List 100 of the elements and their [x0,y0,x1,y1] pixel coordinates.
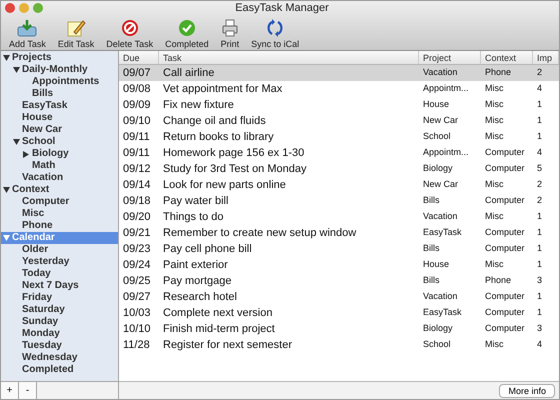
close-icon[interactable] [5,3,15,13]
task-row[interactable]: 11/28 Register for next semester School Misc 4 [119,337,559,353]
table-cell-text: Pay cell phone bill [162,242,253,257]
table-cell-text: Complete next version [162,306,274,321]
expanded-triangle-icon[interactable] [3,187,12,193]
task-row[interactable]: 10/03 Complete next version EasyTask Computer 1 [119,305,559,321]
sidebar-item[interactable]: Bills [1,88,118,100]
table-cell-text: Misc [484,130,504,144]
sidebar-item[interactable]: Math [1,160,118,172]
sidebar-item[interactable]: Older [1,244,118,256]
sidebar-item[interactable]: Appointments [1,76,118,88]
toolbar-button[interactable]: Add Task [5,19,50,49]
table-cell-text: Bills [422,242,441,256]
sidebar-item[interactable]: Sunday [1,316,118,328]
toolbar-button[interactable]: Sync to iCal [247,19,304,49]
sidebar-item[interactable]: Tuesday [1,340,118,352]
table-cell-text: 1 [536,226,544,240]
expanded-triangle-icon[interactable] [13,139,22,145]
table-cell-text: 09/07 [122,66,152,81]
sidebar-item[interactable]: Next 7 Days [1,280,118,292]
table-cell-text: Call airline [162,66,216,81]
table-cell-text: New Car [422,178,460,192]
task-row[interactable]: 09/21 Remember to create new setup window EasyTask Computer 1 [119,225,559,241]
sidebar-item[interactable]: Biology [1,148,118,160]
table-cell-text: Fix new fixture [162,98,235,113]
table-cell-text: 3 [536,322,544,336]
table-cell-text: Pay water bill [162,194,230,209]
sidebar-item[interactable]: Monday [1,328,118,340]
sidebar-item[interactable]: New Car [1,124,118,136]
table-cell-text: 09/27 [122,290,152,305]
task-row[interactable]: 09/18 Pay water bill Bills Computer 2 [119,193,559,209]
toolbar-button[interactable]: Edit Task [54,19,98,49]
table-cell-text: 09/09 [122,98,152,113]
task-row[interactable]: 09/27 Research hotel Vacation Computer 1 [119,289,559,305]
table-cell-text: 4 [536,82,544,96]
sidebar-item[interactable]: Today [1,268,118,280]
table-cell-text: House [422,98,450,112]
table-cell-text: 4 [536,338,544,352]
toolbar-button[interactable]: Print [216,19,244,49]
table-cell-text: Look for new parts online [162,178,287,193]
task-row[interactable]: 09/20 Things to do Vacation Misc 1 [119,209,559,225]
task-row[interactable]: 09/24 Paint exterior House Misc 1 [119,257,559,273]
column-header[interactable]: Due [119,51,159,64]
table-cell-text: 09/08 [122,82,152,97]
sidebar-item[interactable]: EasyTask [1,100,118,112]
more-info-button[interactable]: More info [499,384,555,398]
sidebar-item[interactable]: School [1,136,118,148]
table-cell-text: 2 [536,66,544,80]
sidebar-item[interactable]: Friday [1,292,118,304]
table-cell-text: Misc [484,210,504,224]
task-row[interactable]: 09/11 Return books to library School Misc 1 [119,129,559,145]
table-cell-text: Computer [484,162,526,176]
sidebar-item[interactable]: Completed [1,364,118,376]
table-cell-text: 09/25 [122,274,152,289]
sidebar-item[interactable]: Projects [1,52,118,64]
sidebar-item[interactable]: Daily-Monthly [1,64,118,76]
sidebar-item[interactable]: Wednesday [1,352,118,364]
table-cell-text: Paint exterior [162,258,229,273]
table-cell-text: 09/24 [122,258,152,273]
table-cell-text: Misc [484,178,504,192]
task-row[interactable]: 10/10 Finish mid-term project Biology Computer 3 [119,321,559,337]
sidebar-item[interactable]: Computer [1,196,118,208]
table-cell-text: 3 [536,274,544,288]
column-header[interactable]: Context [481,51,533,64]
table-cell-text: 09/11 [122,130,151,145]
sidebar-item[interactable]: Yesterday [1,256,118,268]
task-row[interactable]: 09/25 Pay mortgage Bills Phone 3 [119,273,559,289]
table-cell-text: Misc [484,98,504,112]
table-cell-text: EasyTask [422,226,463,240]
table-cell-text: 1 [536,306,544,320]
sidebar-item[interactable]: House [1,112,118,124]
task-row[interactable]: 09/12 Study for 3rd Test on Monday Biology Computer 5 [119,161,559,177]
table-cell-text: 5 [536,162,544,176]
sidebar-item[interactable]: Phone [1,220,118,232]
toolbar-button[interactable]: Completed [161,19,213,49]
toolbar-button[interactable]: Delete Task [102,19,158,49]
sidebar-item[interactable]: Saturday [1,304,118,316]
column-header[interactable]: Task [159,51,419,64]
task-row[interactable]: 09/10 Change oil and fluids New Car Misc 1 [119,113,559,129]
table-cell-text: Computer [484,226,526,240]
table-cell-text: School [422,130,452,144]
no-entry-icon [120,19,139,37]
sidebar-item[interactable]: Misc [1,208,118,220]
sidebar-item[interactable]: Context [1,184,118,196]
table-cell-text: Computer [484,146,526,160]
task-row[interactable]: 09/07 Call airline Vacation Phone 2 [119,65,559,81]
sidebar-item[interactable]: Vacation [1,172,118,184]
circular-arrows-icon [266,19,284,37]
table-cell-text: Computer [484,306,526,320]
task-row[interactable]: 09/14 Look for new parts online New Car Misc 2 [119,177,559,193]
sidebar-button[interactable]: - [19,382,37,399]
task-row[interactable]: 09/08 Vet appointment for Max Appointm... Misc 4 [119,81,559,97]
sidebar-button[interactable]: + [1,382,19,399]
task-row[interactable]: 09/09 Fix new fixture House Misc 1 [119,97,559,113]
task-row[interactable]: 09/11 Homework page 156 ex 1-30 Appointm... Computer 4 [119,145,559,161]
task-row[interactable]: 09/23 Pay cell phone bill Bills Computer 1 [119,241,559,257]
column-header[interactable]: Project [419,51,481,64]
column-header[interactable]: Imp [533,51,559,64]
notepad-pencil-icon [66,19,86,37]
table-cell-text: Bills [422,194,441,208]
